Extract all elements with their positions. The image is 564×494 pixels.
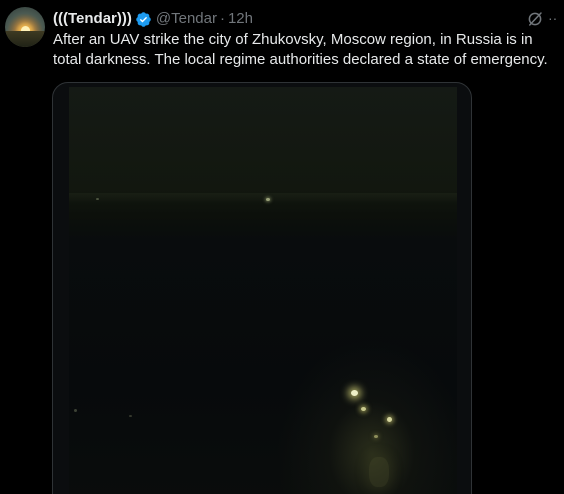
video-light [74, 409, 77, 412]
video-light [351, 390, 358, 396]
video-horizon [69, 193, 457, 203]
tweet-header: (((Tendar))) @Tendar · 12h [53, 9, 564, 29]
video-light [361, 407, 366, 411]
tweet[interactable]: (((Tendar))) @Tendar · 12h ·· After an U… [0, 0, 564, 494]
handle[interactable]: @Tendar [156, 9, 217, 29]
display-name[interactable]: (((Tendar))) [53, 9, 132, 29]
video-light [387, 417, 392, 422]
video-glow [369, 457, 389, 487]
tweet-text: After an UAV strike the city of Zhukovsk… [53, 31, 548, 68]
video-light [129, 415, 132, 417]
video-light [266, 198, 270, 201]
more-options-icon[interactable]: ·· [548, 9, 562, 27]
grok-icon[interactable] [526, 10, 544, 28]
avatar[interactable] [5, 7, 45, 47]
verified-badge-icon[interactable] [135, 11, 152, 28]
separator-dot: · [219, 10, 225, 27]
video-light [96, 198, 99, 200]
timestamp[interactable]: 12h [228, 9, 253, 29]
video-frame[interactable] [69, 87, 457, 494]
video-media[interactable] [52, 82, 472, 494]
avatar-horizon [5, 31, 45, 47]
video-light [374, 435, 378, 438]
